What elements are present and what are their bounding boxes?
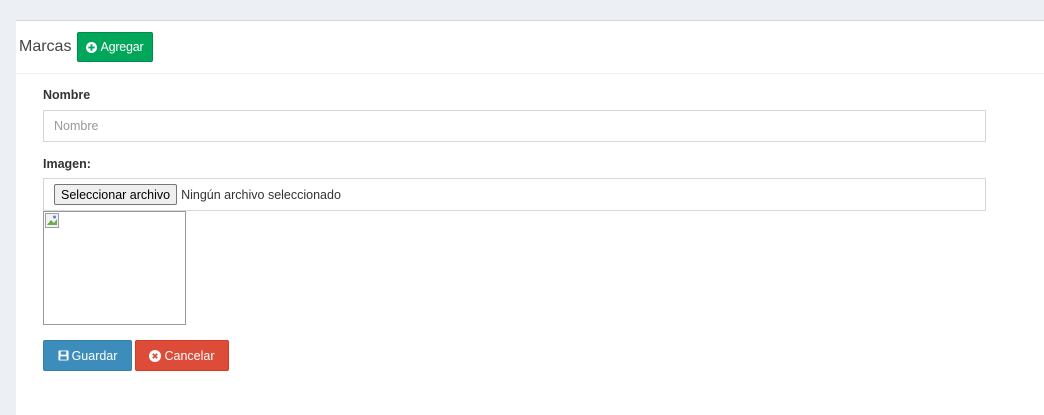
page-title: Marcas: [19, 38, 72, 55]
image-preview: [43, 211, 186, 325]
add-button-label: Agregar: [100, 40, 144, 54]
times-circle-icon: [149, 349, 162, 362]
save-button-label: Guardar: [71, 348, 118, 363]
name-input[interactable]: [43, 110, 986, 142]
floppy-disk-icon: [58, 350, 69, 361]
image-file-field: Seleccionar archivo Ningún archivo selec…: [43, 178, 986, 211]
form-actions: Guardar Cancelar: [43, 340, 229, 371]
plus-circle-icon: [86, 41, 98, 53]
image-label: Imagen:: [43, 157, 91, 171]
select-file-button[interactable]: Seleccionar archivo: [54, 184, 178, 205]
brand-form-panel: Marcas Agregar Nombre Imagen: Selecciona…: [16, 20, 1044, 415]
broken-image-icon: [45, 213, 61, 234]
save-button[interactable]: Guardar: [43, 340, 132, 371]
panel-header: Marcas Agregar: [16, 21, 1044, 74]
file-status-text: Ningún archivo seleccionado: [181, 187, 341, 202]
name-label: Nombre: [43, 88, 91, 102]
cancel-button-label: Cancelar: [164, 348, 215, 363]
add-button[interactable]: Agregar: [77, 32, 153, 62]
cancel-button[interactable]: Cancelar: [135, 340, 229, 371]
